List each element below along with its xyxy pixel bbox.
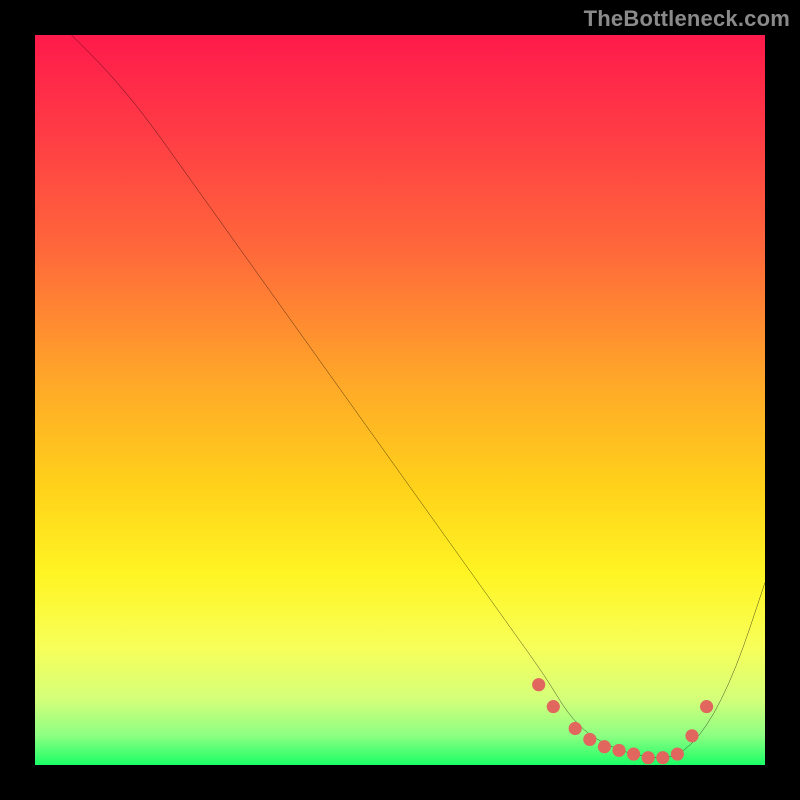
chart-svg — [35, 35, 765, 765]
optimal-dot — [671, 747, 684, 760]
optimal-dot — [685, 729, 698, 742]
optimal-dot — [656, 751, 669, 764]
optimal-range-dots — [532, 678, 713, 764]
attribution-text: TheBottleneck.com — [584, 6, 790, 32]
optimal-dot — [569, 722, 582, 735]
optimal-dot — [642, 751, 655, 764]
optimal-dot — [547, 700, 560, 713]
optimal-dot — [612, 744, 625, 757]
outer-frame: TheBottleneck.com — [0, 0, 800, 800]
optimal-dot — [700, 700, 713, 713]
optimal-dot — [583, 733, 596, 746]
optimal-dot — [627, 747, 640, 760]
optimal-dot — [532, 678, 545, 691]
bottleneck-curve — [72, 35, 766, 758]
optimal-dot — [598, 740, 611, 753]
